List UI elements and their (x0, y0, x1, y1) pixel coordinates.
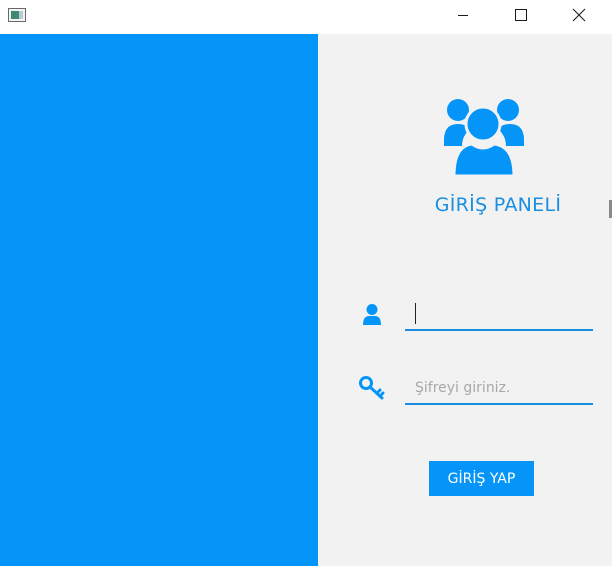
maximize-icon (515, 9, 527, 21)
minimize-button[interactable] (434, 0, 492, 30)
username-field[interactable] (405, 299, 593, 331)
brand-panel (0, 34, 318, 566)
login-button[interactable]: GİRİŞ YAP (429, 461, 534, 496)
app-window: GİRİŞ PANELİ GİRİŞ YAP (0, 0, 612, 566)
minimize-icon (458, 15, 468, 16)
user-icon (363, 304, 381, 325)
password-field[interactable] (405, 373, 593, 405)
users-group-icon (444, 99, 524, 176)
title-bar (0, 0, 612, 34)
text-cursor (415, 303, 416, 324)
page-title: GİRİŞ PANELİ (434, 194, 562, 216)
key-icon (359, 376, 385, 400)
close-button[interactable] (550, 0, 608, 30)
maximize-button[interactable] (492, 0, 550, 30)
app-window-icon (8, 8, 26, 22)
close-icon (572, 8, 586, 22)
